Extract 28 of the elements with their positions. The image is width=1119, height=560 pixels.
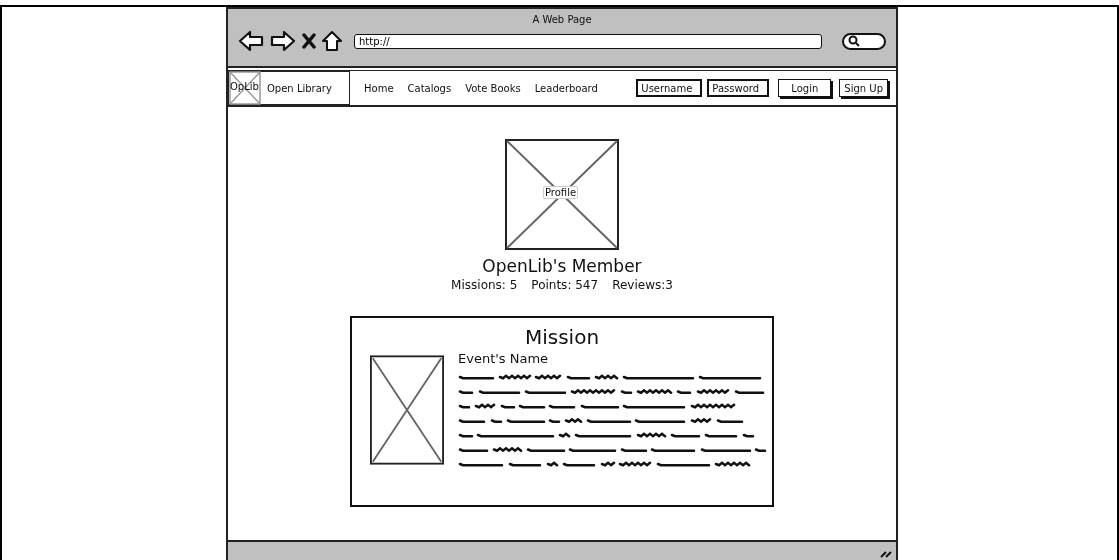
close-icon[interactable] <box>302 33 316 49</box>
resize-grip-icon[interactable] <box>880 548 892 558</box>
search-field[interactable] <box>842 32 886 50</box>
nav-link[interactable]: Vote Books <box>465 82 521 94</box>
stat-text: Reviews:3 <box>612 278 673 292</box>
nav-link[interactable]: Catalogs <box>407 82 452 94</box>
nav-link[interactable]: Home <box>364 82 394 94</box>
image-label: Profile <box>543 186 579 199</box>
username-field[interactable]: Username <box>636 79 703 97</box>
home-icon[interactable] <box>322 30 342 52</box>
brand-box[interactable]: OpLib Open Library <box>228 71 350 105</box>
password-field[interactable]: Password <box>707 79 770 97</box>
logo-text: OpLib <box>230 81 259 92</box>
address-field[interactable]: http:// <box>354 33 822 49</box>
back-icon[interactable] <box>238 30 264 52</box>
nav-link[interactable]: Leaderboard <box>534 82 598 94</box>
card-title: Mission <box>524 326 600 348</box>
nav-button[interactable]: Login <box>778 79 832 97</box>
image-placeholder <box>229 71 261 105</box>
search-icon <box>848 35 860 47</box>
member-name: OpenLib's Member <box>482 256 642 276</box>
event-name: Event's Name <box>458 351 550 366</box>
window-title: A Web Page <box>531 13 593 25</box>
site-name: Open Library <box>267 82 332 94</box>
stat-text: Missions: 5 <box>451 278 518 292</box>
nav-button[interactable]: Sign Up <box>839 79 888 97</box>
forward-icon[interactable] <box>270 30 296 52</box>
stat-text: Points: 547 <box>531 278 599 292</box>
